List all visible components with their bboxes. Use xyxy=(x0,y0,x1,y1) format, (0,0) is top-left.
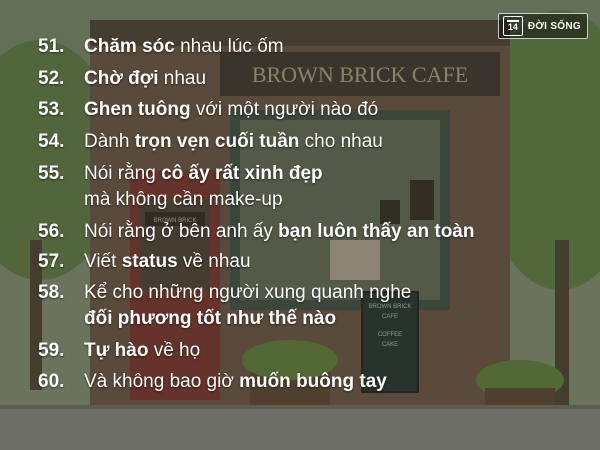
tips-list: 51. Chăm sóc nhau lúc ốm 52. Chờ đợi nhau 53… xyxy=(38,34,568,395)
tip-emphasis: đối phương tốt như thế nào xyxy=(84,308,337,329)
tip-number: 58. xyxy=(38,282,65,303)
tip-number: 57. xyxy=(38,251,65,272)
tip-segment: Dành xyxy=(84,131,135,152)
tip-line: đối phương tốt như thế nào xyxy=(84,306,568,332)
tip-segment: cho nhau xyxy=(299,131,383,152)
tip-text: Ghen tuông với một người nào đó xyxy=(84,97,568,123)
tip-number: 59. xyxy=(38,340,65,361)
tip-item: 60. Và không bao giờ muốn buông tay xyxy=(38,369,568,395)
tip-emphasis: muốn buông tay xyxy=(239,371,387,392)
brand-name: ĐỜI SỐNG xyxy=(527,20,581,32)
tip-segment: Kể cho những người xung quanh nghe xyxy=(84,282,412,303)
tip-text: Nói rằng ở bên anh ấy bạn luôn thấy an t… xyxy=(84,219,568,245)
infographic-stage: BROWN BRICK CAFE BROWN BRICK BROWN BRICK… xyxy=(0,0,600,450)
tip-number: 55. xyxy=(38,163,65,184)
tip-text: Chờ đợi nhau xyxy=(84,66,568,92)
tip-line: Chăm sóc nhau lúc ốm xyxy=(84,34,568,60)
tip-line: Tự hào về họ xyxy=(84,338,568,364)
tip-line: Nói rằng cô ấy rất xinh đẹp xyxy=(84,161,568,187)
tip-text: Kể cho những người xung quanh nghe đối ph… xyxy=(84,280,568,332)
tip-text: Dành trọn vẹn cuối tuần cho nhau xyxy=(84,129,568,155)
tip-segment: nhau xyxy=(158,68,207,89)
tip-text: Chăm sóc nhau lúc ốm xyxy=(84,34,568,60)
tip-segment: với một người nào đó xyxy=(190,99,379,120)
tip-number: 53. xyxy=(38,99,65,120)
tip-number: 56. xyxy=(38,221,65,242)
brand-badge-number: 14 xyxy=(507,22,518,32)
tip-item: 59. Tự hào về họ xyxy=(38,338,568,364)
tip-number: 60. xyxy=(38,371,65,392)
tip-line: Kể cho những người xung quanh nghe xyxy=(84,280,568,306)
tip-emphasis: cô ấy rất xinh đẹp xyxy=(161,163,323,184)
tip-text: Và không bao giờ muốn buông tay xyxy=(84,369,568,395)
tip-number: 51. xyxy=(38,36,65,57)
tip-text: Nói rằng cô ấy rất xinh đẹp mà không cần … xyxy=(84,161,568,213)
tip-item: 52. Chờ đợi nhau xyxy=(38,66,568,92)
tip-line: Nói rằng ở bên anh ấy bạn luôn thấy an t… xyxy=(84,219,568,245)
tip-segment: Viết xyxy=(84,251,122,272)
tip-item: 57. Viết status về nhau xyxy=(38,249,568,275)
tip-emphasis: Tự hào xyxy=(84,340,149,361)
tip-item: 55. Nói rằng cô ấy rất xinh đẹp mà không c… xyxy=(38,161,568,213)
tip-item: 56. Nói rằng ở bên anh ấy bạn luôn thấy a… xyxy=(38,219,568,245)
tip-line: Viết status về nhau xyxy=(84,249,568,275)
tip-number: 54. xyxy=(38,131,65,152)
tip-line: Ghen tuông với một người nào đó xyxy=(84,97,568,123)
tip-emphasis: bạn luôn thấy an toàn xyxy=(278,221,475,242)
tip-item: 58. Kể cho những người xung quanh nghe đối… xyxy=(38,280,568,332)
tip-segment: Nói rằng xyxy=(84,163,162,184)
tip-emphasis: Chờ đợi xyxy=(84,68,159,89)
tip-text: Tự hào về họ xyxy=(84,338,568,364)
tip-line: Dành trọn vẹn cuối tuần cho nhau xyxy=(84,129,568,155)
tip-emphasis: status xyxy=(121,251,178,272)
tip-emphasis: Chăm sóc xyxy=(84,36,175,57)
tip-line: Chờ đợi nhau xyxy=(84,66,568,92)
tip-segment: về nhau xyxy=(177,251,251,272)
tip-segment: mà không cần make-up xyxy=(84,189,283,210)
tip-emphasis: trọn vẹn cuối tuần xyxy=(134,131,300,152)
brand-badge: 14 xyxy=(502,16,523,36)
tip-item: 54. Dành trọn vẹn cuối tuần cho nhau xyxy=(38,129,568,155)
tip-segment: nhau lúc ốm xyxy=(174,36,284,57)
tip-emphasis: Ghen tuông xyxy=(84,99,191,120)
tip-text: Viết status về nhau xyxy=(84,249,568,275)
tip-segment: Nói rằng ở bên anh ấy xyxy=(84,221,279,242)
tip-segment: về họ xyxy=(148,340,201,361)
tip-line: Và không bao giờ muốn buông tay xyxy=(84,369,568,395)
tip-item: 53. Ghen tuông với một người nào đó xyxy=(38,97,568,123)
tip-number: 52. xyxy=(38,68,65,89)
tip-segment: Và không bao giờ xyxy=(84,371,240,392)
tip-line: mà không cần make-up xyxy=(84,187,568,213)
tip-item: 51. Chăm sóc nhau lúc ốm xyxy=(38,34,568,60)
